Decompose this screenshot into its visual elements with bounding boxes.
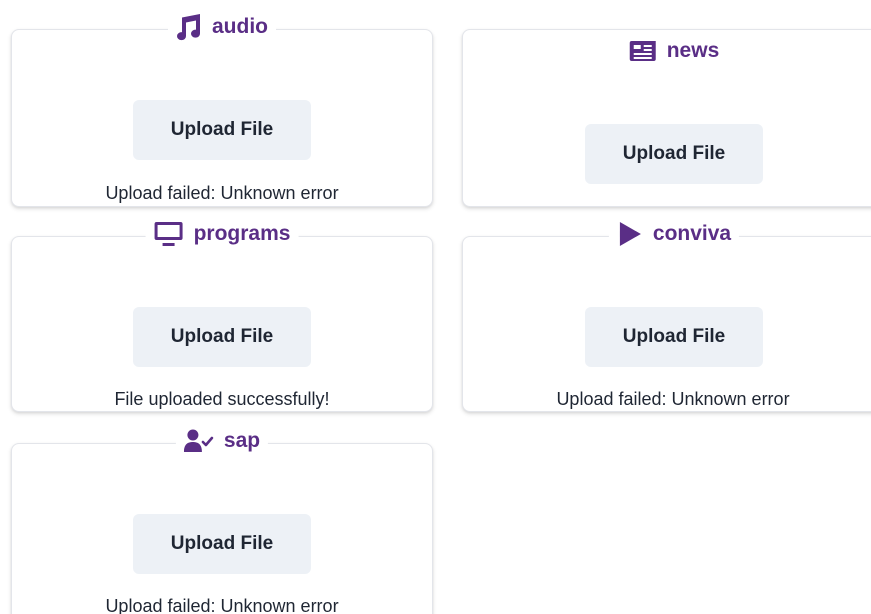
card-title-label: news bbox=[666, 39, 720, 62]
card-audio: audio Upload File Upload failed: Unknown… bbox=[11, 13, 433, 207]
card-title-label: conviva bbox=[652, 222, 732, 245]
upload-status-audio: Upload failed: Unknown error bbox=[105, 183, 339, 203]
newspaper-icon bbox=[629, 40, 657, 62]
card-title-label: sap bbox=[223, 429, 261, 452]
upload-file-button-audio[interactable]: Upload File bbox=[133, 100, 311, 160]
play-icon bbox=[617, 220, 643, 248]
user-check-icon bbox=[183, 429, 214, 453]
card-programs: programs Upload File File uploaded succe… bbox=[11, 220, 433, 412]
card-title-sap: sap bbox=[175, 427, 269, 455]
music-note-icon bbox=[176, 13, 202, 41]
upload-panel-grid: audio Upload File Upload failed: Unknown… bbox=[0, 0, 871, 614]
upload-file-button-news[interactable]: Upload File bbox=[585, 124, 763, 184]
upload-file-button-sap[interactable]: Upload File bbox=[133, 514, 311, 574]
card-news: news Upload File bbox=[462, 29, 871, 207]
card-title-news: news bbox=[620, 37, 728, 65]
upload-status-sap: Upload failed: Unknown error bbox=[105, 596, 339, 614]
card-title-label: programs bbox=[193, 222, 291, 245]
monitor-icon bbox=[154, 221, 184, 247]
upload-file-button-conviva[interactable]: Upload File bbox=[585, 307, 763, 367]
card-title-audio: audio bbox=[168, 13, 276, 41]
card-conviva: conviva Upload File Upload failed: Unkno… bbox=[462, 220, 871, 412]
card-title-label: audio bbox=[212, 15, 268, 38]
card-sap: sap Upload File Upload failed: Unknown e… bbox=[11, 427, 433, 614]
card-title-conviva: conviva bbox=[608, 220, 740, 248]
upload-file-button-programs[interactable]: Upload File bbox=[133, 307, 311, 367]
upload-status-programs: File uploaded successfully! bbox=[114, 389, 330, 409]
card-title-programs: programs bbox=[145, 220, 299, 248]
upload-status-conviva: Upload failed: Unknown error bbox=[556, 389, 790, 409]
